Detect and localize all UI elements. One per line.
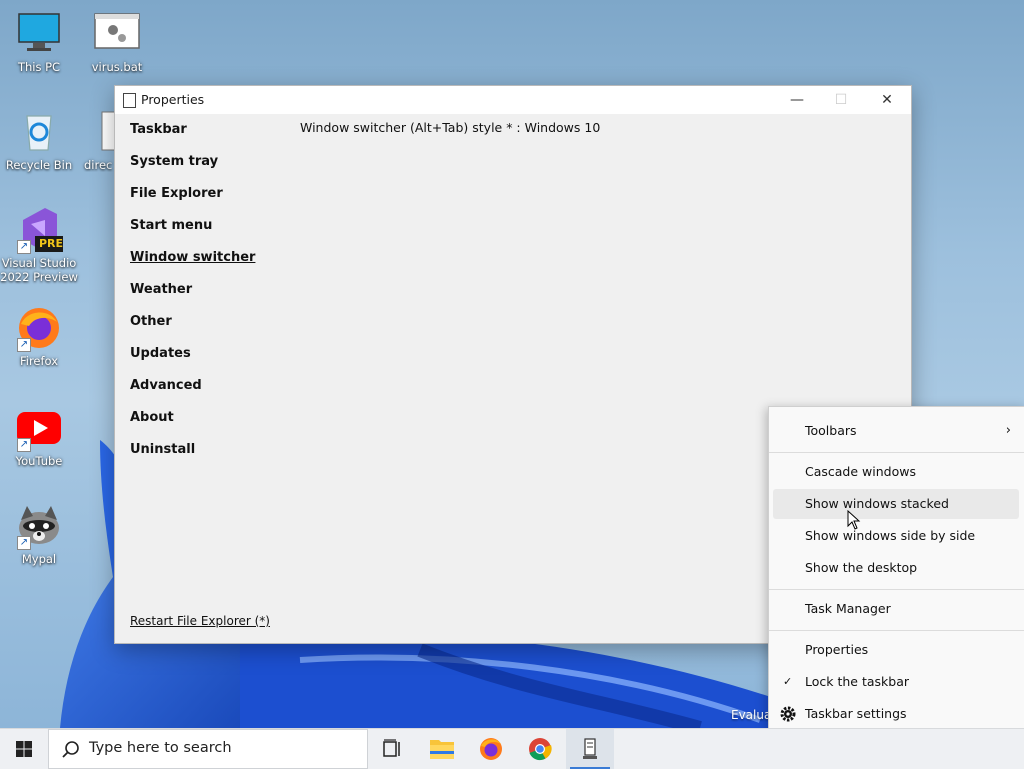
taskbar-context-menu: Toolbars › Cascade windows Show windows …	[768, 406, 1024, 728]
firefox-icon: ↗	[15, 304, 63, 352]
document-icon	[100, 108, 114, 156]
nav-item-taskbar[interactable]: Taskbar	[130, 122, 255, 154]
checkmark-icon: ✓	[783, 675, 793, 688]
desktop-icon-recycle-bin[interactable]: Recycle Bin	[0, 108, 78, 172]
nav-item-other[interactable]: Other	[130, 314, 255, 346]
menu-item-cascade-windows[interactable]: Cascade windows	[773, 457, 1019, 487]
recycle-bin-icon	[15, 108, 63, 156]
chevron-right-icon: ›	[1005, 423, 1011, 438]
taskbar-chrome[interactable]	[516, 729, 564, 769]
taskbar-properties-app[interactable]	[566, 729, 614, 769]
desktop-icon-youtube[interactable]: ↗ YouTube	[0, 404, 78, 468]
menu-separator	[769, 452, 1024, 453]
shortcut-arrow-icon: ↗	[17, 240, 31, 254]
menu-item-show-windows-side-by-side[interactable]: Show windows side by side	[773, 521, 1019, 551]
task-view-icon	[383, 739, 400, 757]
visual-studio-icon: PRE ↗	[15, 206, 63, 254]
shortcut-arrow-icon: ↗	[17, 536, 31, 550]
menu-separator	[769, 589, 1024, 590]
minimize-button[interactable]: —	[775, 86, 819, 114]
desktop-icon-mypal[interactable]: ↗ Mypal	[0, 502, 78, 566]
youtube-icon: ↗	[15, 404, 63, 452]
search-icon	[62, 741, 79, 758]
chrome-icon	[529, 738, 552, 761]
batch-file-icon	[93, 10, 141, 58]
window-titlebar[interactable]: Properties — ☐ ✕	[115, 86, 911, 114]
window-switcher-style-setting[interactable]: Window switcher (Alt+Tab) style * : Wind…	[300, 120, 600, 135]
settings-nav: Taskbar System tray File Explorer Start …	[130, 122, 255, 474]
properties-app-icon	[583, 738, 597, 759]
restart-file-explorer-link[interactable]: Restart File Explorer (*)	[130, 614, 270, 628]
nav-item-updates[interactable]: Updates	[130, 346, 255, 378]
menu-separator	[769, 630, 1024, 631]
desktop-icon-document[interactable]: direc	[78, 108, 114, 172]
maximize-button[interactable]: ☐	[819, 86, 863, 114]
menu-item-toolbars[interactable]: Toolbars ›	[773, 416, 1019, 446]
active-app-indicator	[570, 767, 610, 769]
mouse-cursor-icon	[847, 510, 861, 530]
desktop: This PC virus.bat Recycle Bin direc PRE …	[0, 0, 1024, 728]
windows-logo-icon	[16, 741, 32, 757]
menu-item-taskbar-settings[interactable]: Taskbar settings	[773, 699, 1019, 728]
window-title: Properties	[141, 92, 205, 107]
start-button[interactable]	[0, 729, 48, 769]
taskbar-search-box[interactable]: Type here to search	[48, 729, 368, 769]
nav-item-file-explorer[interactable]: File Explorer	[130, 186, 255, 218]
nav-item-window-switcher[interactable]: Window switcher	[130, 250, 255, 282]
desktop-icon-visual-studio[interactable]: PRE ↗ Visual Studio 2022 Preview	[0, 206, 78, 284]
shortcut-arrow-icon: ↗	[17, 438, 31, 452]
menu-item-show-the-desktop[interactable]: Show the desktop	[773, 553, 1019, 583]
search-placeholder: Type here to search	[89, 740, 232, 756]
gear-icon	[780, 706, 796, 722]
menu-item-task-manager[interactable]: Task Manager	[773, 594, 1019, 624]
taskbar-firefox[interactable]	[467, 729, 515, 769]
taskbar: Type here to search	[0, 728, 1024, 769]
nav-item-weather[interactable]: Weather	[130, 282, 255, 314]
taskbar-file-explorer[interactable]	[418, 729, 466, 769]
firefox-icon	[480, 738, 502, 760]
nav-item-uninstall[interactable]: Uninstall	[130, 442, 255, 474]
menu-item-properties[interactable]: Properties	[773, 635, 1019, 665]
properties-app-icon	[123, 93, 136, 108]
nav-item-about[interactable]: About	[130, 410, 255, 442]
desktop-icon-virus-bat[interactable]: virus.bat	[78, 10, 156, 74]
monitor-icon	[15, 10, 63, 58]
menu-item-lock-the-taskbar[interactable]: ✓ Lock the taskbar	[773, 667, 1019, 697]
desktop-icon-firefox[interactable]: ↗ Firefox	[0, 304, 78, 368]
menu-item-show-windows-stacked[interactable]: Show windows stacked	[773, 489, 1019, 519]
taskbar-task-view[interactable]	[368, 729, 416, 769]
nav-item-system-tray[interactable]: System tray	[130, 154, 255, 186]
nav-item-advanced[interactable]: Advanced	[130, 378, 255, 410]
nav-item-start-menu[interactable]: Start menu	[130, 218, 255, 250]
shortcut-arrow-icon: ↗	[17, 338, 31, 352]
raccoon-icon: ↗	[15, 502, 63, 550]
desktop-icon-this-pc[interactable]: This PC	[0, 10, 78, 74]
file-explorer-icon	[430, 740, 454, 759]
close-button[interactable]: ✕	[865, 86, 909, 114]
